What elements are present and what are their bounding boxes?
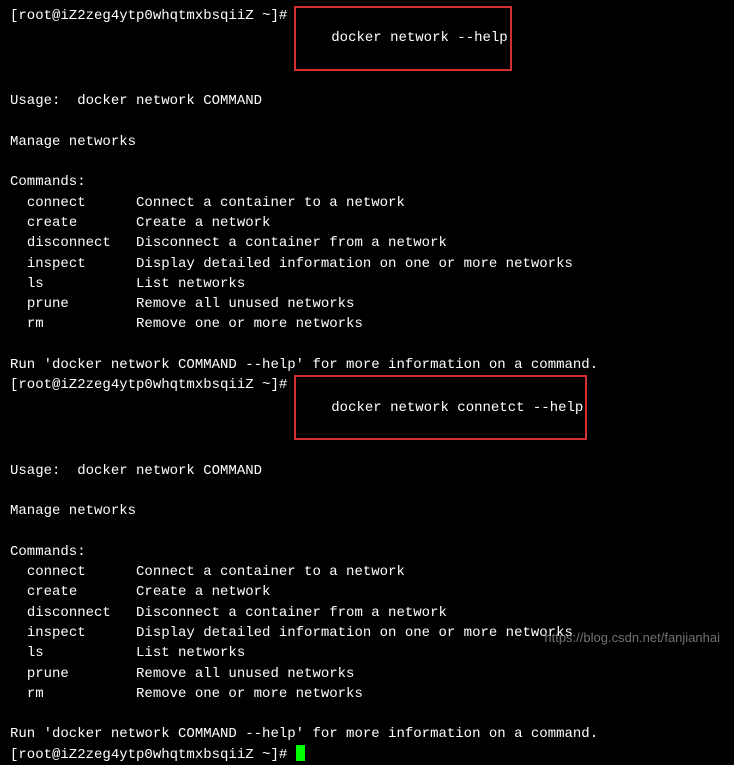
command-name: connect xyxy=(27,562,136,582)
prompt-line-1[interactable]: [root@iZ2zeg4ytp0whqtmxbsqiiZ ~]# docker… xyxy=(10,6,724,71)
commands-header-2: Commands: xyxy=(10,542,724,562)
command-desc: Remove one or more networks xyxy=(136,316,363,332)
command-row: disconnectDisconnect a container from a … xyxy=(10,603,724,623)
commands-header-1: Commands: xyxy=(10,172,724,192)
highlight-box-1: docker network --help xyxy=(294,6,512,71)
command-desc: List networks xyxy=(136,645,245,661)
command-name: ls xyxy=(27,274,136,294)
command-name: rm xyxy=(27,314,136,334)
command-desc: Remove all unused networks xyxy=(136,666,354,682)
manage-line-1: Manage networks xyxy=(10,132,724,152)
command-desc: Remove one or more networks xyxy=(136,686,363,702)
command-row: pruneRemove all unused networks xyxy=(10,664,724,684)
command-row: createCreate a network xyxy=(10,582,724,602)
command-row: rmRemove one or more networks xyxy=(10,684,724,704)
command-desc: Disconnect a container from a network xyxy=(136,605,447,621)
command-1: docker network --help xyxy=(331,30,507,46)
blank-line xyxy=(10,335,724,355)
command-desc: Connect a container to a network xyxy=(136,564,405,580)
command-name: prune xyxy=(27,664,136,684)
blank-line xyxy=(10,481,724,501)
command-row: connectConnect a container to a network xyxy=(10,562,724,582)
command-name: prune xyxy=(27,294,136,314)
command-row: connectConnect a container to a network xyxy=(10,193,724,213)
command-name: inspect xyxy=(27,623,136,643)
prompt-line-3[interactable]: [root@iZ2zeg4ytp0whqtmxbsqiiZ ~]# xyxy=(10,745,724,765)
command-2: docker network connetct --help xyxy=(331,400,583,416)
blank-line xyxy=(10,152,724,172)
blank-line xyxy=(10,71,724,91)
command-desc: Create a network xyxy=(136,215,270,231)
hint-line-1: Run 'docker network COMMAND --help' for … xyxy=(10,355,724,375)
watermark: https://blog.csdn.net/fanjianhai xyxy=(544,629,720,648)
prompt-text: [root@iZ2zeg4ytp0whqtmxbsqiiZ ~]# xyxy=(10,6,296,71)
blank-line xyxy=(10,440,724,460)
blank-line xyxy=(10,111,724,131)
command-desc: Connect a container to a network xyxy=(136,195,405,211)
command-row: rmRemove one or more networks xyxy=(10,314,724,334)
command-desc: Create a network xyxy=(136,584,270,600)
command-row: inspectDisplay detailed information on o… xyxy=(10,254,724,274)
command-row: pruneRemove all unused networks xyxy=(10,294,724,314)
hint-line-2: Run 'docker network COMMAND --help' for … xyxy=(10,724,724,744)
command-row: createCreate a network xyxy=(10,213,724,233)
command-name: connect xyxy=(27,193,136,213)
command-name: inspect xyxy=(27,254,136,274)
usage-line-2: Usage: docker network COMMAND xyxy=(10,461,724,481)
command-desc: Display detailed information on one or m… xyxy=(136,256,573,272)
usage-line-1: Usage: docker network COMMAND xyxy=(10,91,724,111)
blank-line xyxy=(10,704,724,724)
command-name: rm xyxy=(27,684,136,704)
command-desc: Disconnect a container from a network xyxy=(136,235,447,251)
terminal-cursor xyxy=(296,745,305,761)
prompt-line-2[interactable]: [root@iZ2zeg4ytp0whqtmxbsqiiZ ~]# docker… xyxy=(10,375,724,440)
command-desc: List networks xyxy=(136,276,245,292)
commands-list-1: connectConnect a container to a network … xyxy=(10,193,724,335)
command-name: disconnect xyxy=(27,603,136,623)
prompt-text: [root@iZ2zeg4ytp0whqtmxbsqiiZ ~]# xyxy=(10,745,296,765)
prompt-text: [root@iZ2zeg4ytp0whqtmxbsqiiZ ~]# xyxy=(10,375,296,440)
command-desc: Display detailed information on one or m… xyxy=(136,625,573,641)
command-row: lsList networks xyxy=(10,274,724,294)
manage-line-2: Manage networks xyxy=(10,501,724,521)
blank-line xyxy=(10,521,724,541)
highlight-box-2: docker network connetct --help xyxy=(294,375,588,440)
command-desc: Remove all unused networks xyxy=(136,296,354,312)
command-row: disconnectDisconnect a container from a … xyxy=(10,233,724,253)
command-name: disconnect xyxy=(27,233,136,253)
command-name: create xyxy=(27,213,136,233)
command-name: create xyxy=(27,582,136,602)
command-name: ls xyxy=(27,643,136,663)
